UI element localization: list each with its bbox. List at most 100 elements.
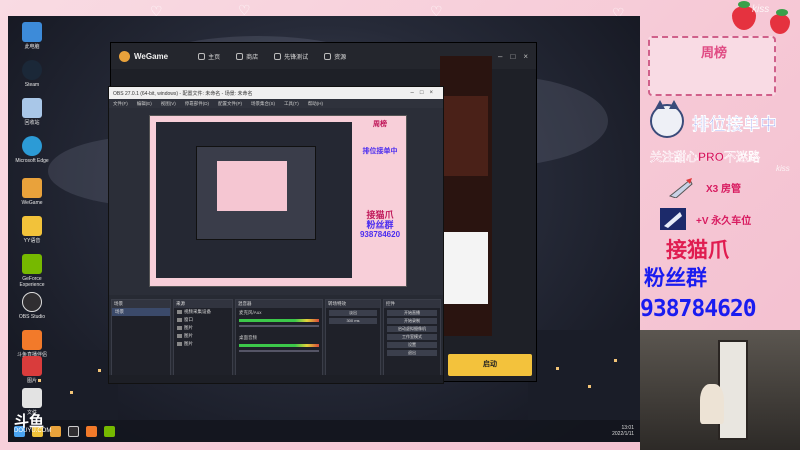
menu-docks[interactable]: 停靠部件(D)	[185, 101, 209, 107]
desktop-icon-yy[interactable]: YY语音	[14, 216, 50, 244]
cat-icon	[650, 100, 684, 138]
studio-mode-button[interactable]: 工作室模式	[387, 334, 437, 340]
maximize-icon[interactable]: □	[510, 52, 515, 61]
desktop-icon-geforce[interactable]: GeForce Experience	[14, 254, 50, 288]
obs-window: OBS 27.0.1 (64-bit, windows) - 配置文件: 未命名…	[108, 86, 444, 384]
douyu-icon	[22, 330, 42, 350]
transitions-dock: 转场特效 淡出 300 ms	[325, 299, 381, 381]
controls-header: 控件	[384, 300, 440, 308]
controls-dock: 控件 开始直播 开始录制 启动虚拟摄像机 工作室模式 设置 退出	[383, 299, 441, 381]
start-recording-button[interactable]: 开始录制	[387, 318, 437, 324]
test-icon	[274, 52, 282, 60]
desktop-icon-computer[interactable]: 此电脑	[14, 22, 50, 50]
city-light	[98, 369, 101, 372]
menu-help[interactable]: 帮助(H)	[308, 101, 323, 107]
webcam-person	[700, 384, 724, 424]
douyu-taskbar-icon[interactable]	[86, 425, 97, 437]
wegame-nav-test[interactable]: 先锋测试	[274, 52, 308, 61]
volume-slider[interactable]	[239, 350, 319, 352]
source-item[interactable]: 视频采集设备	[174, 308, 232, 316]
obs-taskbar-icon[interactable]	[68, 425, 79, 437]
wegame-nav-resources[interactable]: 资源	[324, 52, 346, 61]
source-item[interactable]: 图片	[174, 324, 232, 332]
menu-edit[interactable]: 编辑(E)	[137, 101, 152, 107]
menu-tools[interactable]: 工具(T)	[284, 101, 299, 107]
source-item[interactable]: 图片	[174, 332, 232, 340]
taskbar: 13:01 2022/1/11	[8, 420, 640, 442]
wegame-nav-home[interactable]: 主页	[198, 52, 220, 61]
settings-button[interactable]: 设置	[387, 342, 437, 348]
douyu-url: DOUYU.COM	[14, 428, 52, 434]
obs-status-bar	[109, 375, 443, 383]
volume-slider[interactable]	[239, 325, 319, 327]
city-light	[588, 385, 591, 388]
image-icon	[177, 334, 182, 338]
desktop-icon-douyu[interactable]: 斗鱼直播伴侣	[14, 330, 50, 358]
city-light	[70, 391, 73, 394]
wegame-taskbar-icon[interactable]	[50, 425, 61, 437]
catch-cat-text: 接猫爪	[666, 239, 729, 262]
desktop-icon-pictures[interactable]: 图片	[14, 356, 50, 384]
window-icon	[177, 318, 182, 322]
source-item[interactable]: 图片	[174, 340, 232, 348]
scene-item[interactable]: 场景	[112, 308, 170, 316]
menu-view[interactable]: 视图(V)	[161, 101, 176, 107]
steam-icon	[22, 60, 42, 80]
preview-overlay: 周榜 排位接单中 接猫爪 粉丝群 938784620	[354, 120, 406, 284]
transitions-header: 转场特效	[326, 300, 380, 308]
minimize-icon[interactable]: –	[498, 52, 502, 61]
edge-icon	[22, 136, 42, 156]
yy-icon	[22, 216, 42, 236]
kiss-label: kiss	[776, 164, 790, 173]
exit-button[interactable]: 退出	[387, 350, 437, 356]
nested-obs-window	[196, 146, 316, 240]
wegame-side-panel	[444, 232, 488, 304]
image-icon	[177, 326, 182, 330]
nvidia-taskbar-icon[interactable]	[104, 425, 115, 437]
nvidia-icon	[22, 254, 42, 274]
desktop-icon-steam[interactable]: Steam	[14, 60, 50, 88]
preview-catch-cat: 接猫爪	[366, 210, 394, 220]
store-icon	[236, 52, 244, 60]
close-icon[interactable]: ×	[523, 52, 528, 61]
camera-icon	[177, 310, 182, 314]
mixer-dock: 混音器 麦克风/Aux 桌面音频	[235, 299, 323, 381]
clock-date: 2022/1/11	[612, 431, 634, 437]
stream-overlay: kiss 周榜 排位接单中 关注甜心PRO不迷路 kiss X3 房管 +V 永…	[640, 0, 800, 330]
duration-field[interactable]: 300 ms	[329, 318, 377, 324]
system-tray[interactable]: 13:01 2022/1/11	[612, 425, 634, 437]
start-streaming-button[interactable]: 开始直播	[387, 310, 437, 316]
transition-select[interactable]: 淡出	[329, 310, 377, 316]
nested-preview	[217, 161, 287, 211]
desktop-icon-wegame[interactable]: WeGame	[14, 178, 50, 206]
rank-v-text: +V 永久车位	[696, 216, 752, 227]
wegame-launch-button[interactable]: 启动	[448, 354, 532, 376]
nested-desktop-capture	[156, 122, 352, 278]
desktop-icon-obs[interactable]: OBS Studio	[14, 292, 50, 320]
window-controls[interactable]: –□×	[411, 90, 439, 96]
mixer-header: 混音器	[236, 300, 322, 308]
audio-meter	[239, 319, 319, 322]
wegame-icon	[22, 178, 42, 198]
menu-scene-collection[interactable]: 场景集合(S)	[251, 101, 275, 107]
ship-icon	[660, 208, 686, 230]
menu-file[interactable]: 文件(F)	[113, 101, 128, 107]
obs-titlebar: OBS 27.0.1 (64-bit, windows) - 配置文件: 未命名…	[109, 87, 443, 99]
desktop-icon-recycle-bin[interactable]: 回收站	[14, 98, 50, 126]
menu-profile[interactable]: 配置文件(P)	[218, 101, 242, 107]
desktop-icon-edge[interactable]: Microsoft Edge	[14, 136, 50, 164]
follow-text: 关注甜心PRO不迷路	[650, 150, 761, 164]
scenes-dock: 场景 场景	[111, 299, 171, 381]
strawberry-icon	[770, 9, 790, 34]
wegame-nav-store[interactable]: 商店	[236, 52, 258, 61]
obs-preview[interactable]: 周榜 排位接单中 接猫爪 粉丝群 938784620	[149, 115, 407, 287]
city-silhouette	[528, 330, 640, 420]
rank-title: 周榜	[700, 45, 727, 60]
source-item[interactable]: 窗口	[174, 316, 232, 324]
preview-fan-group: 粉丝群	[366, 220, 394, 230]
virtual-camera-button[interactable]: 启动虚拟摄像机	[387, 326, 437, 332]
image-icon	[177, 342, 182, 346]
status-text: 排位接单中	[692, 115, 777, 134]
file-icon	[22, 388, 42, 408]
mixer-track-label: 桌面音频	[239, 335, 257, 340]
